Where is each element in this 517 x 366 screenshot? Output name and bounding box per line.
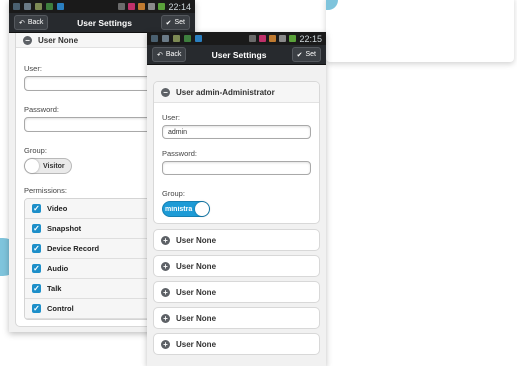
page-title: User Settings: [77, 17, 132, 28]
set-label: Set: [174, 19, 185, 26]
user-card-collapsed[interactable]: + User None: [153, 333, 320, 355]
password-label: Password:: [162, 149, 198, 158]
background-card: [326, 0, 514, 62]
group-toggle[interactable]: Visitor: [24, 158, 72, 174]
back-button[interactable]: ↶ Back: [14, 15, 49, 30]
back-button[interactable]: ↶ Back: [152, 47, 187, 62]
expand-plus-icon: +: [161, 313, 170, 323]
wifi-icon: [269, 35, 277, 42]
collapse-minus-icon: −: [23, 35, 32, 45]
back-arrow-icon: ↶: [157, 51, 163, 59]
app-icon: [57, 3, 64, 10]
group-value: Visitor: [43, 162, 65, 170]
back-arrow-icon: ↶: [19, 19, 25, 27]
permission-label: Video: [47, 204, 68, 213]
alarm-icon: [249, 35, 257, 42]
signal-icon: [279, 35, 287, 42]
checkbox-checked-icon[interactable]: ✓: [32, 244, 41, 253]
group-value: ministra: [165, 205, 193, 213]
expand-plus-icon: +: [161, 287, 170, 297]
permission-label: Talk: [47, 284, 62, 293]
usb-icon: [173, 35, 180, 42]
user-card-title: User None: [176, 339, 217, 349]
user-card-collapsed[interactable]: + User None: [153, 255, 320, 277]
toggle-knob: [195, 202, 209, 216]
alarm-icon: [118, 3, 126, 10]
checkbox-checked-icon[interactable]: ✓: [32, 204, 41, 213]
user-input[interactable]: admin: [162, 125, 311, 139]
notification-icon: [128, 3, 136, 10]
group-toggle[interactable]: ministra: [162, 201, 210, 217]
user-card-title: User None: [176, 235, 217, 245]
notification-icon: [259, 35, 267, 42]
user-card-collapsed[interactable]: + User None: [153, 307, 320, 329]
permission-label: Device Record: [47, 244, 100, 253]
check-icon: ✔: [165, 19, 172, 27]
battery-icon: [289, 35, 297, 42]
status-bar: 22:14: [9, 0, 195, 13]
status-time: 22:15: [299, 33, 322, 44]
set-button[interactable]: ✔ Set: [160, 15, 190, 30]
expand-plus-icon: +: [161, 339, 170, 349]
user-card-title: User None: [38, 35, 79, 45]
image-icon: [151, 35, 158, 42]
permission-label: Audio: [47, 264, 69, 273]
status-time: 22:14: [168, 1, 191, 12]
set-button[interactable]: ✔ Set: [291, 47, 321, 62]
password-input[interactable]: [162, 161, 311, 175]
app-icon: [195, 35, 202, 42]
checkbox-checked-icon[interactable]: ✓: [32, 264, 41, 273]
checkbox-checked-icon[interactable]: ✓: [32, 304, 41, 313]
android-icon: [184, 35, 191, 42]
collapse-minus-icon: −: [161, 87, 170, 97]
image-icon: [13, 3, 20, 10]
back-label: Back: [165, 51, 182, 58]
expand-plus-icon: +: [161, 235, 170, 245]
user-card-header[interactable]: − User admin-Administrator: [154, 82, 319, 103]
check-icon: ✔: [296, 51, 303, 59]
user-card-admin: − User admin-Administrator User: admin P…: [153, 81, 320, 224]
user-card-title: User None: [176, 261, 217, 271]
checkbox-checked-icon[interactable]: ✓: [32, 224, 41, 233]
signal-icon: [148, 3, 156, 10]
back-label: Back: [27, 19, 44, 26]
user-card-title: User admin-Administrator: [176, 87, 275, 97]
user-card-title: User None: [176, 287, 217, 297]
phone-screen-2: 22:15 ↶ Back User Settings ✔ Set − User …: [147, 32, 326, 366]
set-label: Set: [305, 51, 316, 58]
title-bar: ↶ Back User Settings ✔ Set: [9, 13, 195, 33]
pen-icon: [162, 35, 169, 42]
expand-plus-icon: +: [161, 261, 170, 271]
user-card-collapsed[interactable]: + User None: [153, 229, 320, 251]
toggle-knob: [25, 159, 39, 173]
wifi-icon: [138, 3, 146, 10]
title-bar: ↶ Back User Settings ✔ Set: [147, 45, 326, 65]
permission-label: Control: [47, 304, 74, 313]
status-bar: 22:15: [147, 32, 326, 45]
android-icon: [46, 3, 53, 10]
pen-icon: [24, 3, 31, 10]
usb-icon: [35, 3, 42, 10]
permission-label: Snapshot: [47, 224, 82, 233]
checkbox-checked-icon[interactable]: ✓: [32, 284, 41, 293]
user-card-title: User None: [176, 313, 217, 323]
page-title: User Settings: [211, 49, 267, 60]
user-card-collapsed[interactable]: + User None: [153, 281, 320, 303]
user-label: User:: [162, 113, 180, 122]
battery-icon: [158, 3, 166, 10]
group-label: Group:: [162, 189, 185, 198]
